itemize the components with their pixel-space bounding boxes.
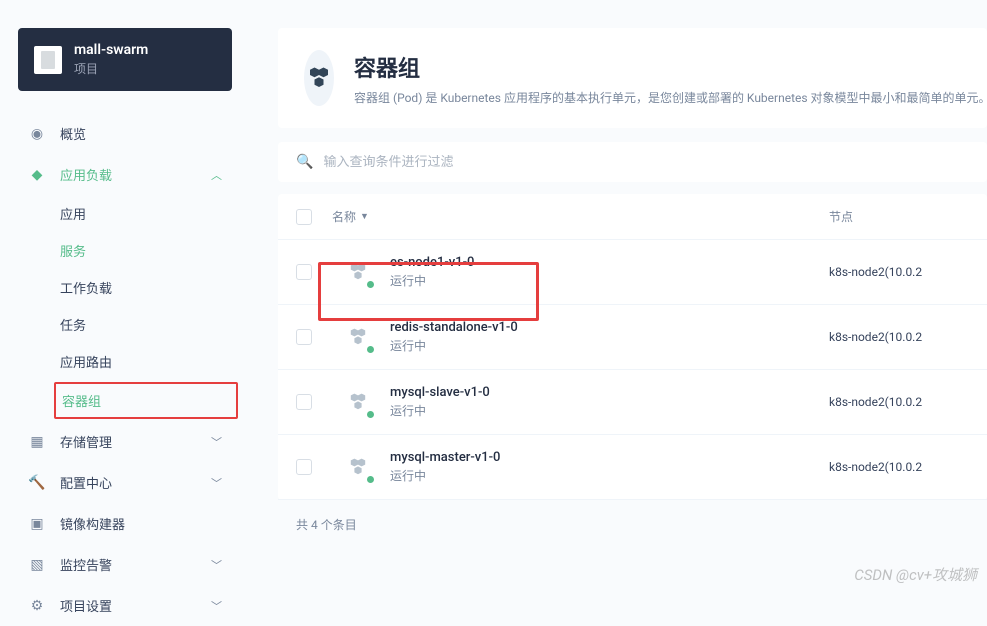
sidebar-item-monitor[interactable]: ▧ 监控告警 ﹀ [18,544,232,585]
sidebar-item-label: 存储管理 [60,432,112,451]
project-label: 项目 [74,60,148,77]
sidebar-submenu: 应用 服务 工作负载 任务 应用路由 容器组 [18,195,232,419]
sidebar-item-label: 配置中心 [60,473,112,492]
pod-name: redis-standalone-v1-0 [390,320,518,335]
watermark: CSDN @cv+攻城狮 [854,564,977,585]
pod-status: 运行中 [390,272,426,289]
project-icon [34,46,62,74]
sidebar-item-label: 监控告警 [60,555,112,574]
pod-name: mysql-master-v1-0 [390,450,500,465]
table-row[interactable]: redis-standalone-v1-0 运行中 k8s-node2(10.0… [278,305,987,370]
sidebar-item-overview[interactable]: ◉ 概览 [18,113,232,154]
pod-name: es-node1-v1-0 [390,255,474,270]
search-icon: 🔍 [296,154,313,170]
project-title: mall-swarm [74,42,148,58]
sidebar-item-label: 镜像构建器 [60,514,125,533]
pod-icon [340,449,376,485]
row-checkbox[interactable] [296,394,312,410]
pod-icon [340,384,376,420]
search-input[interactable] [323,155,969,170]
layers-icon: ◆ [28,167,46,183]
chevron-down-icon: ﹀ [211,434,222,450]
pod-node: k8s-node2(10.0.2 [829,265,969,279]
table-header-row: 名称 ▼ 节点 [278,194,987,240]
status-running-icon [365,474,376,485]
pod-node: k8s-node2(10.0.2 [829,460,969,474]
column-header-name[interactable]: 名称 ▼ [332,208,829,225]
sidebar-item-label: 项目设置 [60,596,112,615]
sidebar-item-label: 应用负载 [60,165,112,184]
status-running-icon [365,409,376,420]
pods-table: 名称 ▼ 节点 es-node1-v1-0 运行中 k8s-node2(10.0… [278,194,987,500]
sidebar-sub-app[interactable]: 应用 [60,195,232,232]
pods-icon [304,50,334,106]
chevron-down-icon: ﹀ [211,475,222,491]
chevron-down-icon: ﹀ [211,557,222,573]
table-row[interactable]: mysql-master-v1-0 运行中 k8s-node2(10.0.2 [278,435,987,500]
status-running-icon [365,279,376,290]
sidebar-sub-workload[interactable]: 工作负载 [60,269,232,306]
monitor-icon: ▧ [28,557,46,573]
main-content: 容器组 容器组 (Pod) 是 Kubernetes 应用程序的基本执行单元，是… [260,0,987,593]
sidebar-sub-route[interactable]: 应用路由 [60,343,232,380]
sidebar-item-settings[interactable]: ⚙ 项目设置 ﹀ [18,585,232,626]
image-icon: ▣ [28,516,46,532]
sidebar-sub-pods[interactable]: 容器组 [54,382,238,419]
chevron-down-icon: ﹀ [211,598,222,614]
sort-desc-icon: ▼ [360,211,369,222]
pod-node: k8s-node2(10.0.2 [829,330,969,344]
sidebar: mall-swarm 项目 ◉ 概览 ◆ 应用负载 ︿ 应用 服务 工作负载 任… [0,0,250,593]
sidebar-item-image[interactable]: ▣ 镜像构建器 [18,503,232,544]
sidebar-sub-service[interactable]: 服务 [60,232,232,269]
storage-icon: ▦ [28,434,46,450]
column-header-node[interactable]: 节点 [829,208,969,225]
pod-icon [340,319,376,355]
status-running-icon [365,344,376,355]
row-checkbox[interactable] [296,329,312,345]
pod-status: 运行中 [390,402,426,419]
sidebar-item-config[interactable]: 🔨 配置中心 ﹀ [18,462,232,503]
hammer-icon: 🔨 [28,475,46,491]
pod-name: mysql-slave-v1-0 [390,385,490,400]
sidebar-item-workload[interactable]: ◆ 应用负载 ︿ [18,154,232,195]
sidebar-sub-task[interactable]: 任务 [60,306,232,343]
row-checkbox[interactable] [296,459,312,475]
chevron-up-icon: ︿ [211,167,222,183]
pod-icon [340,254,376,290]
gear-icon: ⚙ [28,598,46,614]
page-description: 容器组 (Pod) 是 Kubernetes 应用程序的基本执行单元，是您创建或… [354,89,987,106]
table-footer: 共 4 个条目 [278,500,987,549]
table-row[interactable]: es-node1-v1-0 运行中 k8s-node2(10.0.2 [278,240,987,305]
dashboard-icon: ◉ [28,126,46,142]
sidebar-item-label: 概览 [60,124,86,143]
sidebar-item-storage[interactable]: ▦ 存储管理 ﹀ [18,421,232,462]
page-title: 容器组 [354,51,987,83]
table-row[interactable]: mysql-slave-v1-0 运行中 k8s-node2(10.0.2 [278,370,987,435]
pod-status: 运行中 [390,467,426,484]
row-checkbox[interactable] [296,264,312,280]
project-card[interactable]: mall-swarm 项目 [18,28,232,91]
select-all-checkbox[interactable] [296,209,312,225]
pod-node: k8s-node2(10.0.2 [829,395,969,409]
search-bar: 🔍 [278,142,987,182]
pod-status: 运行中 [390,337,426,354]
page-header: 容器组 容器组 (Pod) 是 Kubernetes 应用程序的基本执行单元，是… [278,28,987,128]
